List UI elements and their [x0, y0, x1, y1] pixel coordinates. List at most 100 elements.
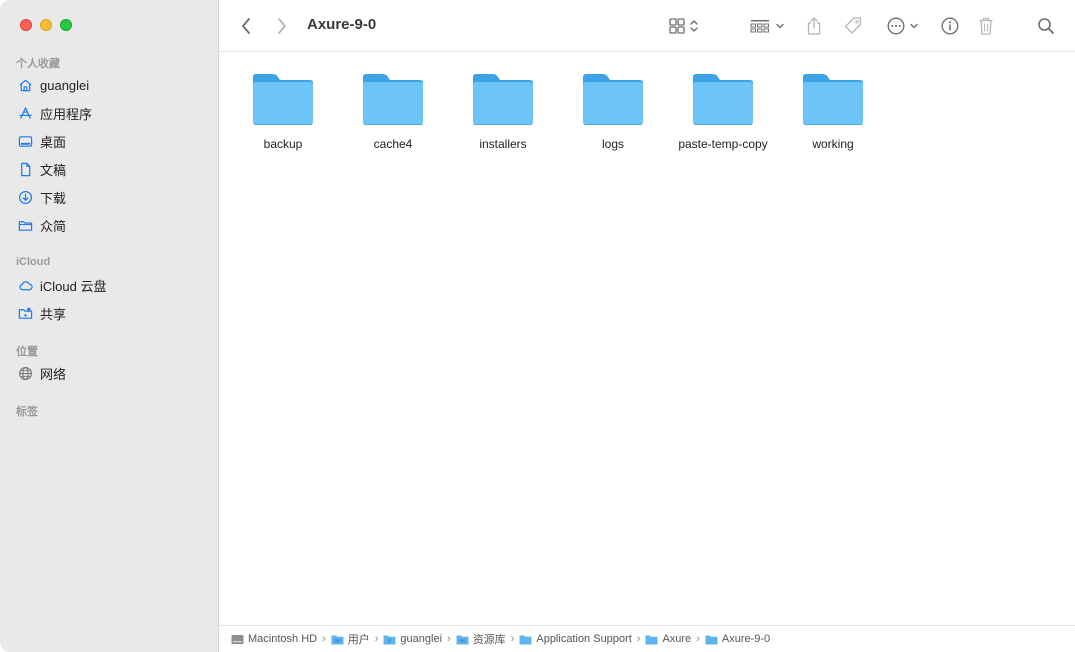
tags-heading: 标签 — [16, 406, 38, 418]
download-icon — [18, 190, 33, 205]
tag-button[interactable] — [841, 14, 865, 38]
search-icon — [1038, 18, 1054, 34]
file-grid: backup cache4 installers logs paste-temp… — [219, 53, 1075, 625]
shared-folder-icon — [18, 306, 33, 321]
folder-name: paste-temp-copy — [678, 137, 768, 151]
path-crumb[interactable]: Axure-9-0 — [705, 633, 770, 645]
share-icon — [807, 17, 821, 35]
document-icon — [18, 162, 33, 177]
info-icon — [941, 17, 959, 35]
folder-icon — [705, 635, 718, 644]
folder-icon — [583, 74, 643, 125]
sidebar: 个人收藏 guanglei 应用程序 桌面 文稿 下载 众简 iCloud iC… — [0, 0, 219, 652]
locations-heading: 位置 — [16, 346, 38, 358]
sidebar-item-label: 桌面 — [40, 134, 67, 150]
sidebar-item-label: iCloud 云盘 — [40, 278, 107, 294]
path-crumb[interactable]: 用户 — [331, 631, 370, 647]
hard-drive-icon — [231, 634, 244, 644]
sidebar-item-zhongjian[interactable]: 众简 — [18, 214, 66, 236]
path-crumb[interactable]: guanglei — [383, 633, 442, 645]
folder-icon — [331, 635, 344, 644]
group-grid-icon — [750, 20, 769, 33]
folder-item[interactable]: backup — [228, 71, 338, 151]
folder-icon — [519, 635, 532, 644]
folder-icon — [253, 74, 313, 125]
folder-name: working — [812, 137, 854, 151]
path-crumb[interactable]: 资源库 — [456, 631, 506, 647]
sidebar-item-applications[interactable]: 应用程序 — [18, 102, 92, 124]
applications-icon — [18, 106, 33, 121]
folder-item[interactable]: paste-temp-copy — [668, 71, 778, 151]
trash-button[interactable] — [975, 14, 997, 38]
sidebar-item-downloads[interactable]: 下载 — [18, 186, 66, 208]
folder-name: cache4 — [373, 137, 413, 151]
path-separator: › — [696, 633, 700, 645]
more-actions-button[interactable] — [885, 14, 921, 38]
path-crumb-label: 资源库 — [472, 634, 506, 646]
sidebar-item-label: guanglei — [40, 77, 90, 93]
path-crumb-label: 用户 — [347, 634, 370, 646]
chevron-left-icon — [242, 18, 250, 34]
path-crumb[interactable]: Macintosh HD — [231, 633, 317, 645]
sidebar-item-documents[interactable]: 文稿 — [18, 158, 66, 180]
path-separator: › — [447, 633, 451, 645]
folder-icon — [803, 74, 863, 125]
home-icon — [18, 78, 33, 93]
window-controls — [20, 19, 72, 31]
sidebar-item-desktop[interactable]: 桌面 — [18, 130, 66, 152]
tag-icon — [844, 17, 862, 34]
path-separator: › — [374, 633, 379, 645]
path-bar: Macintosh HD › 用户 › guanglei › 资源库 › App… — [219, 625, 1075, 652]
folder-icon — [18, 218, 33, 233]
path-crumb-label: Axure — [662, 633, 692, 645]
folder-icon — [645, 635, 658, 644]
cloud-icon — [18, 278, 33, 293]
zoom-button[interactable] — [60, 19, 72, 31]
window-title: Axure-9-0 — [307, 16, 377, 33]
folder-item[interactable]: working — [778, 71, 888, 151]
close-button[interactable] — [20, 19, 32, 31]
sidebar-item-label: 文稿 — [40, 162, 67, 178]
view-mode-button[interactable] — [665, 14, 703, 38]
favorites-heading: 个人收藏 — [16, 58, 60, 70]
desktop-icon — [18, 134, 33, 149]
path-crumb-label: Axure-9-0 — [721, 633, 771, 645]
ellipsis-circle-icon — [887, 17, 905, 35]
forward-button[interactable] — [271, 14, 293, 38]
sidebar-item-network[interactable]: 网络 — [18, 362, 66, 384]
group-by-button[interactable] — [747, 14, 787, 38]
folder-item[interactable]: installers — [448, 71, 558, 151]
folder-name: backup — [263, 137, 303, 151]
sidebar-item-home[interactable]: guanglei — [18, 74, 89, 96]
path-crumb[interactable]: Axure — [645, 633, 691, 645]
share-button[interactable] — [803, 14, 825, 38]
folder-icon — [693, 74, 753, 125]
path-crumb-label: guanglei — [400, 633, 443, 645]
trash-icon — [979, 17, 993, 35]
chevron-down-icon — [910, 23, 918, 29]
folder-item[interactable]: cache4 — [338, 71, 448, 151]
network-icon — [18, 366, 33, 381]
folder-name: installers — [479, 137, 527, 151]
sidebar-item-label: 下载 — [40, 190, 67, 206]
folder-icon — [456, 635, 469, 644]
folder-icon — [383, 635, 396, 644]
back-button[interactable] — [235, 14, 257, 38]
path-separator: › — [636, 633, 641, 645]
toolbar: Axure-9-0 — [219, 0, 1075, 52]
sidebar-item-label: 网络 — [40, 366, 67, 382]
folder-icon — [363, 74, 423, 125]
folder-icon — [473, 74, 533, 125]
path-crumb[interactable]: Application Support — [519, 633, 632, 645]
updown-chevron-icon — [690, 20, 698, 32]
search-button[interactable] — [1035, 14, 1057, 38]
get-info-button[interactable] — [939, 14, 961, 38]
path-crumb-label: Macintosh HD — [248, 633, 318, 645]
finder-window: 个人收藏 guanglei 应用程序 桌面 文稿 下载 众简 iCloud iC… — [0, 0, 1075, 652]
sidebar-item-shared[interactable]: 共享 — [18, 302, 66, 324]
icloud-heading: iCloud — [16, 256, 51, 268]
minimize-button[interactable] — [40, 19, 52, 31]
sidebar-item-icloud-drive[interactable]: iCloud 云盘 — [18, 274, 106, 296]
folder-name: logs — [601, 137, 624, 151]
folder-item[interactable]: logs — [558, 71, 668, 151]
